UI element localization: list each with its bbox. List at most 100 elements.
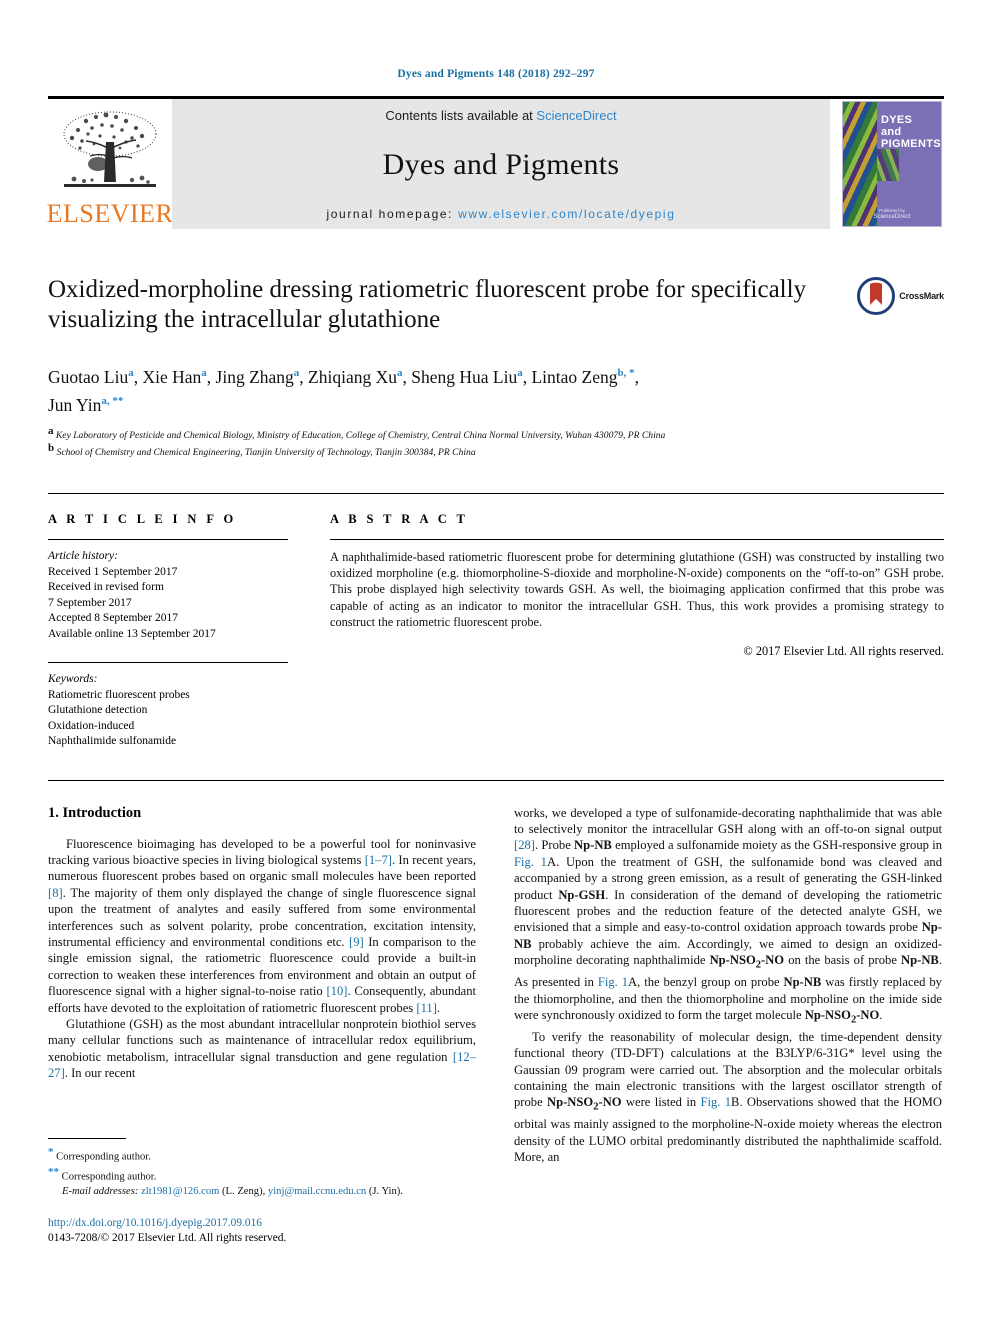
keyword-item: Glutathione detection <box>48 704 148 717</box>
crossmark-icon <box>857 277 896 315</box>
probe-name: Np-NB <box>901 953 939 968</box>
sciencedirect-link[interactable]: ScienceDirect <box>536 108 616 123</box>
keyword-item: Oxidation-induced <box>48 719 135 732</box>
citation-ref[interactable]: [28] <box>514 838 535 852</box>
author-name: Jing Zhang <box>215 366 294 387</box>
author-name: Lintao Zeng <box>531 366 618 387</box>
info-abstract-region: A R T I C L E I N F O Article history: R… <box>48 493 944 750</box>
citation-ref[interactable]: [12–27] <box>48 1050 476 1080</box>
author-item: Xie Hana <box>142 367 206 387</box>
email-label: E-mail addresses: <box>62 1186 139 1198</box>
journal-homepage-line: journal homepage: www.elsevier.com/locat… <box>327 207 676 221</box>
probe-name: Np-NB <box>783 975 822 990</box>
abstract-text: A naphthalimide-based ratiometric fluore… <box>330 550 944 629</box>
elsevier-logo: ELSEVIER <box>46 99 174 229</box>
paragraph: To verify the reasonability of molecular… <box>514 1029 942 1165</box>
abstract-copyright: © 2017 Elsevier Ltd. All rights reserved… <box>743 644 944 659</box>
homepage-url-link[interactable]: www.elsevier.com/locate/dyepig <box>458 207 675 221</box>
affiliation-text: School of Chemistry and Chemical Enginee… <box>56 447 476 459</box>
author-name: Xie Han <box>142 366 202 387</box>
author-item: Zhiqiang Xua <box>308 367 402 387</box>
probe-name: Np-NB <box>514 920 942 951</box>
elsevier-tree-icon <box>63 111 157 187</box>
divider <box>330 539 944 541</box>
corresponding-author-text: Corresponding author. <box>56 1151 151 1163</box>
keyword-item: Ratiometric fluorescent probes <box>48 688 190 701</box>
figure-ref[interactable]: Fig. 1 <box>700 1095 731 1109</box>
corresponding-author-text: Corresponding author. <box>61 1171 157 1183</box>
footnote-block: * Corresponding author. ** Corresponding… <box>48 1138 476 1246</box>
citation-ref[interactable]: [10] <box>326 984 347 998</box>
author-affil-marker: a <box>201 367 207 379</box>
page-title: Oxidized-morpholine dressing ratiometric… <box>48 276 807 333</box>
author-affil-marker: a <box>128 367 134 379</box>
citation-ref[interactable]: [9] <box>349 935 364 949</box>
author-list: Guotao Liua, Xie Hana, Jing Zhanga, Zhiq… <box>48 366 639 415</box>
email-owner-yin: (J. Yin). <box>368 1186 403 1198</box>
citation-ref[interactable]: [8] <box>48 886 63 900</box>
affiliation-item: a Key Laboratory of Pesticide and Chemic… <box>48 425 944 442</box>
cover-art-strip-secondary <box>877 149 899 182</box>
citation-ref[interactable]: [1–7] <box>365 853 392 867</box>
doi-link[interactable]: http://dx.doi.org/10.1016/j.dyepig.2017.… <box>48 1216 476 1231</box>
author-affil-marker: a <box>293 367 300 379</box>
paragraph: Glutathione (GSH) as the most abundant i… <box>48 1017 476 1081</box>
figure-ref[interactable]: Fig. 1 <box>598 975 628 989</box>
asterisk-icon: * <box>48 1146 54 1158</box>
journal-cover: DYES and PIGMENTS Published by ScienceDi… <box>840 99 944 229</box>
author-name: Guotao Liu <box>48 366 129 387</box>
contents-available-line: Contents lists available at ScienceDirec… <box>385 108 616 123</box>
article-history-label: Article history: <box>48 550 118 563</box>
author-item: Lintao Zengb, * <box>531 367 634 387</box>
body-columns: 1. Introduction Fluorescence bioimaging … <box>48 805 944 1166</box>
history-item: Available online 13 September 2017 <box>48 627 216 640</box>
title-block: Oxidized-morpholine dressing ratiometric… <box>48 275 944 345</box>
abstract-heading: A B S T R A C T <box>330 512 469 527</box>
paper-page: Dyes and Pigments 148 (2018) 292–297 ELS… <box>0 0 992 1323</box>
affiliation-text: Key Laboratory of Pesticide and Chemical… <box>55 429 666 441</box>
probe-name: Np-NSO2-NO <box>709 953 785 971</box>
contents-panel: Contents lists available at ScienceDirec… <box>172 99 830 229</box>
cover-title-line2: and <box>881 126 902 138</box>
keyword-item: Naphthalimide sulfonamide <box>48 735 177 748</box>
author-item: Jun Yina, ** <box>48 395 123 415</box>
author-item: Sheng Hua Liua <box>411 367 522 387</box>
double-asterisk-icon: ** <box>48 1166 59 1179</box>
affiliation-item: b School of Chemistry and Chemical Engin… <box>48 442 944 459</box>
section-heading-introduction: 1. Introduction <box>48 804 142 821</box>
issn-copyright-line: 0143-7208/© 2017 Elsevier Ltd. All right… <box>48 1231 287 1244</box>
email-link-yin[interactable]: yinj@mail.ccnu.edu.cn <box>268 1186 366 1197</box>
email-addresses-note: E-mail addresses: zlt1981@126.com (L. Ze… <box>62 1186 403 1198</box>
author-affil-marker: a <box>517 367 523 379</box>
divider <box>48 662 288 664</box>
keywords-label: Keywords: <box>48 673 98 686</box>
author-item: Guotao Liua <box>48 367 134 387</box>
crossmark-badge[interactable]: CrossMark <box>857 277 944 315</box>
corresponding-author-note: ** Corresponding author. <box>48 1165 476 1185</box>
cover-title-line3: PIGMENTS <box>881 138 941 150</box>
probe-name: Np-GSH <box>558 887 606 902</box>
journal-cover-image: DYES and PIGMENTS Published by ScienceDi… <box>842 101 942 227</box>
elsevier-wordmark: ELSEVIER <box>46 199 174 228</box>
email-owner-zeng: (L. Zeng) <box>222 1186 263 1198</box>
author-name: Jun Yin <box>48 394 102 415</box>
journal-masthead: ELSEVIER Contents lists available at Sci… <box>46 96 944 229</box>
paragraph: Fluorescence bioimaging has developed to… <box>48 836 476 1015</box>
article-info-column: A R T I C L E I N F O Article history: R… <box>48 512 288 750</box>
probe-name: Np-NB <box>574 838 612 853</box>
probe-name: Np-NSO2-NO <box>547 1095 622 1113</box>
affiliation-list: a Key Laboratory of Pesticide and Chemic… <box>48 425 944 459</box>
history-item: Received 1 September 2017 <box>48 565 178 578</box>
cover-footer: Published by ScienceDirect <box>843 208 941 220</box>
author-name: Sheng Hua Liu <box>411 366 518 387</box>
section-divider <box>48 779 944 781</box>
article-info-heading: A R T I C L E I N F O <box>48 512 237 527</box>
footnote-rule <box>48 1138 126 1139</box>
email-link-zeng[interactable]: zlt1981@126.com <box>141 1186 219 1197</box>
citation-ref[interactable]: [11] <box>416 1001 437 1015</box>
author-affil-marker: b, * <box>617 367 635 379</box>
crossmark-label: CrossMark <box>899 291 944 301</box>
figure-ref[interactable]: Fig. 1 <box>514 855 547 869</box>
body-column-left: 1. Introduction Fluorescence bioimaging … <box>48 805 476 1166</box>
cover-footer-brand: ScienceDirect <box>873 214 911 220</box>
